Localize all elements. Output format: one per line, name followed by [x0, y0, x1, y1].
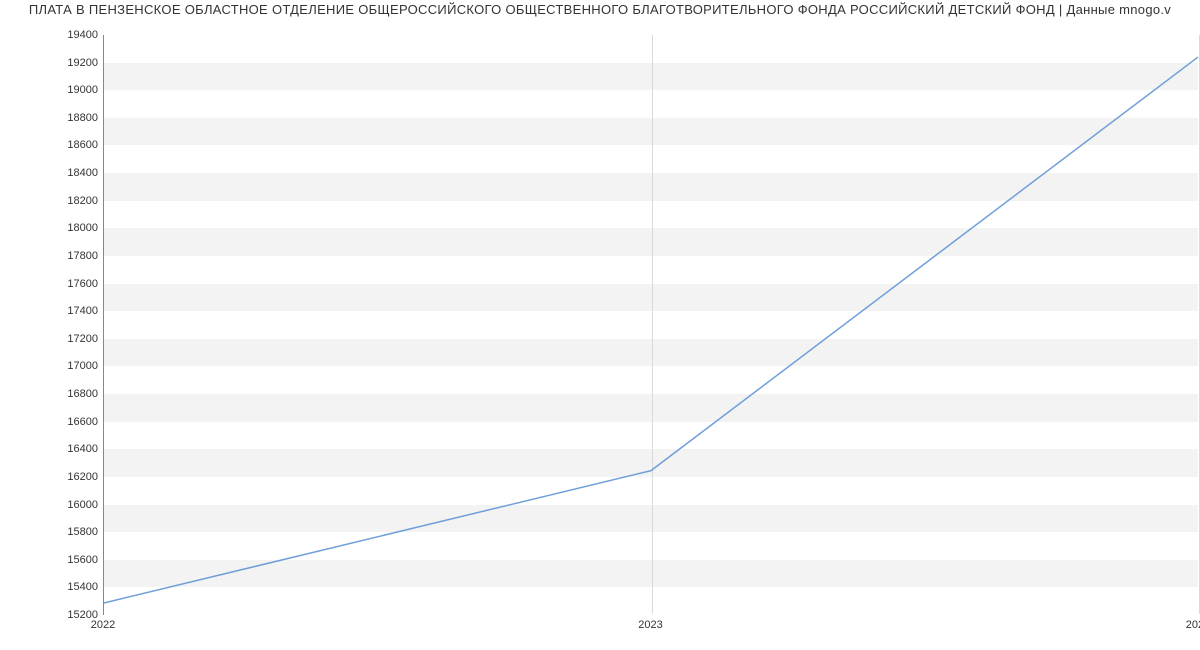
y-tick-label: 16800 [8, 388, 98, 400]
y-tick-label: 18000 [8, 222, 98, 234]
y-tick-label: 19200 [8, 57, 98, 69]
y-tick-label: 15200 [8, 609, 98, 621]
x-tick-label: 2023 [638, 619, 662, 631]
y-tick-label: 17800 [8, 250, 98, 262]
y-tick-label: 15400 [8, 581, 98, 593]
y-tick-label: 15600 [8, 554, 98, 566]
x-tick-label: 2022 [91, 619, 115, 631]
y-tick-label: 15800 [8, 526, 98, 538]
y-tick-label: 18200 [8, 195, 98, 207]
y-tick-label: 18400 [8, 167, 98, 179]
y-tick-label: 17400 [8, 305, 98, 317]
x-tick-label: 2024 [1186, 619, 1200, 631]
y-tick-label: 17600 [8, 278, 98, 290]
y-tick-label: 19400 [8, 29, 98, 41]
y-tick-label: 16600 [8, 416, 98, 428]
y-tick-label: 17200 [8, 333, 98, 345]
y-tick-label: 18800 [8, 112, 98, 124]
y-tick-label: 16200 [8, 471, 98, 483]
chart-title: ПЛАТА В ПЕНЗЕНСКОЕ ОБЛАСТНОЕ ОТДЕЛЕНИЕ О… [0, 2, 1200, 17]
y-tick-label: 16400 [8, 443, 98, 455]
data-line [104, 35, 1198, 614]
plot-area [103, 35, 1198, 615]
y-tick-label: 19000 [8, 84, 98, 96]
y-tick-label: 16000 [8, 499, 98, 511]
y-tick-label: 17000 [8, 360, 98, 372]
y-tick-label: 18600 [8, 139, 98, 151]
